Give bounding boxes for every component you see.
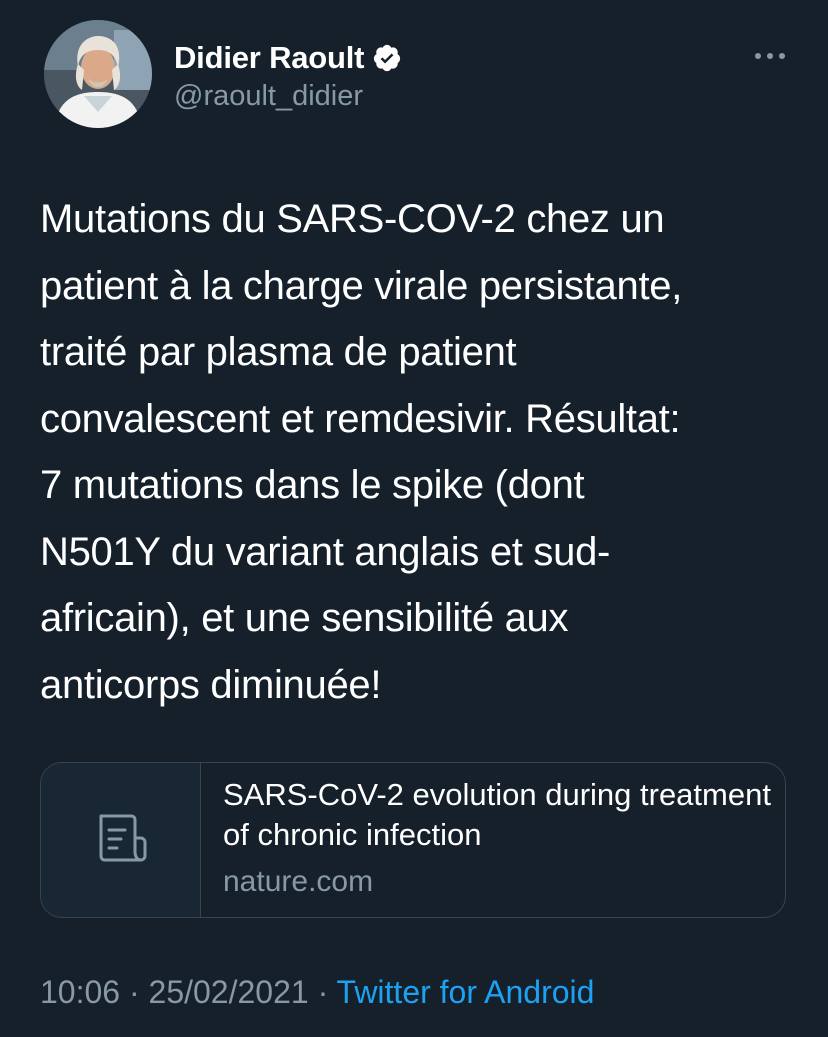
link-card-title[interactable]: SARS-CoV-2 evolution during treatment of… — [223, 775, 785, 855]
author-handle[interactable]: @raoult_didier — [174, 80, 363, 113]
verified-badge-icon — [372, 43, 402, 73]
tweet-time[interactable]: 10:06 — [40, 974, 120, 1010]
more-options-button[interactable] — [752, 46, 788, 66]
link-card-thumbnail — [41, 763, 201, 917]
author-display-name[interactable]: Didier Raoult — [174, 40, 365, 76]
avatar-image — [44, 20, 152, 128]
tweet-meta: 10:06 · 25/02/2021 · Twitter for Android — [40, 974, 594, 1011]
tweet-date[interactable]: 25/02/2021 — [149, 974, 309, 1010]
more-dots-icon — [755, 53, 785, 59]
link-card-domain: nature.com — [223, 865, 374, 898]
tweet-text: Mutations du SARS-COV-2 chez un patient … — [40, 197, 683, 707]
avatar[interactable] — [44, 20, 152, 128]
meta-separator: · — [308, 974, 337, 1010]
document-icon — [99, 814, 146, 862]
link-card-body[interactable]: SARS-CoV-2 evolution during treatment of… — [201, 763, 785, 917]
tweet-source-link[interactable]: Twitter for Android — [337, 974, 595, 1010]
author-name-row[interactable]: Didier Raoult — [174, 38, 402, 78]
meta-separator: · — [120, 974, 149, 1010]
link-card[interactable]: SARS-CoV-2 evolution during treatment of… — [40, 762, 786, 918]
